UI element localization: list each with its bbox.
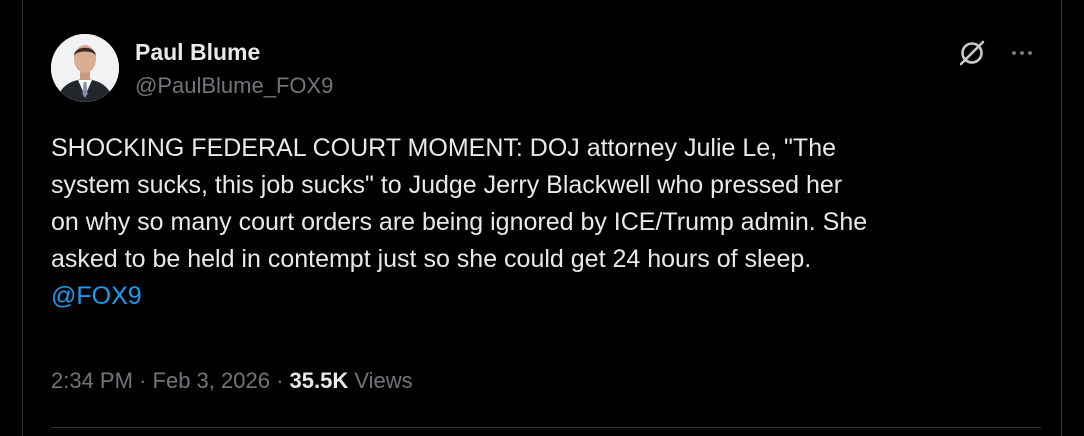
divider [51, 427, 1041, 428]
tweet-date[interactable]: Feb 3, 2026 [153, 368, 270, 393]
more-options-icon[interactable] [1009, 40, 1035, 66]
tweet-body: SHOCKING FEDERAL COURT MOMENT: DOJ attor… [51, 130, 1051, 315]
author-display-name[interactable]: Paul Blume [135, 38, 333, 66]
author-names: Paul Blume @PaulBlume_FOX9 [135, 38, 333, 100]
grok-icon[interactable] [957, 38, 987, 68]
meta-separator: · [139, 368, 147, 393]
views-label: Views [354, 368, 413, 393]
avatar[interactable] [51, 34, 119, 102]
tweet-meta: 2:34 PM · Feb 3, 2026 · 35.5K Views [51, 366, 413, 396]
header-actions [957, 38, 1035, 68]
tweet-header: Paul Blume @PaulBlume_FOX9 [51, 34, 1041, 104]
tweet-time[interactable]: 2:34 PM [51, 368, 133, 393]
author-handle[interactable]: @PaulBlume_FOX9 [135, 72, 333, 100]
views-count: 35.5K [289, 368, 349, 393]
tweet-text: SHOCKING FEDERAL COURT MOMENT: DOJ attor… [51, 134, 868, 273]
mention-link[interactable]: @FOX9 [51, 282, 142, 310]
meta-separator: · [276, 368, 284, 393]
tweet-card: Paul Blume @PaulBlume_FOX9 SHOCKING FEDE… [22, 0, 1062, 436]
